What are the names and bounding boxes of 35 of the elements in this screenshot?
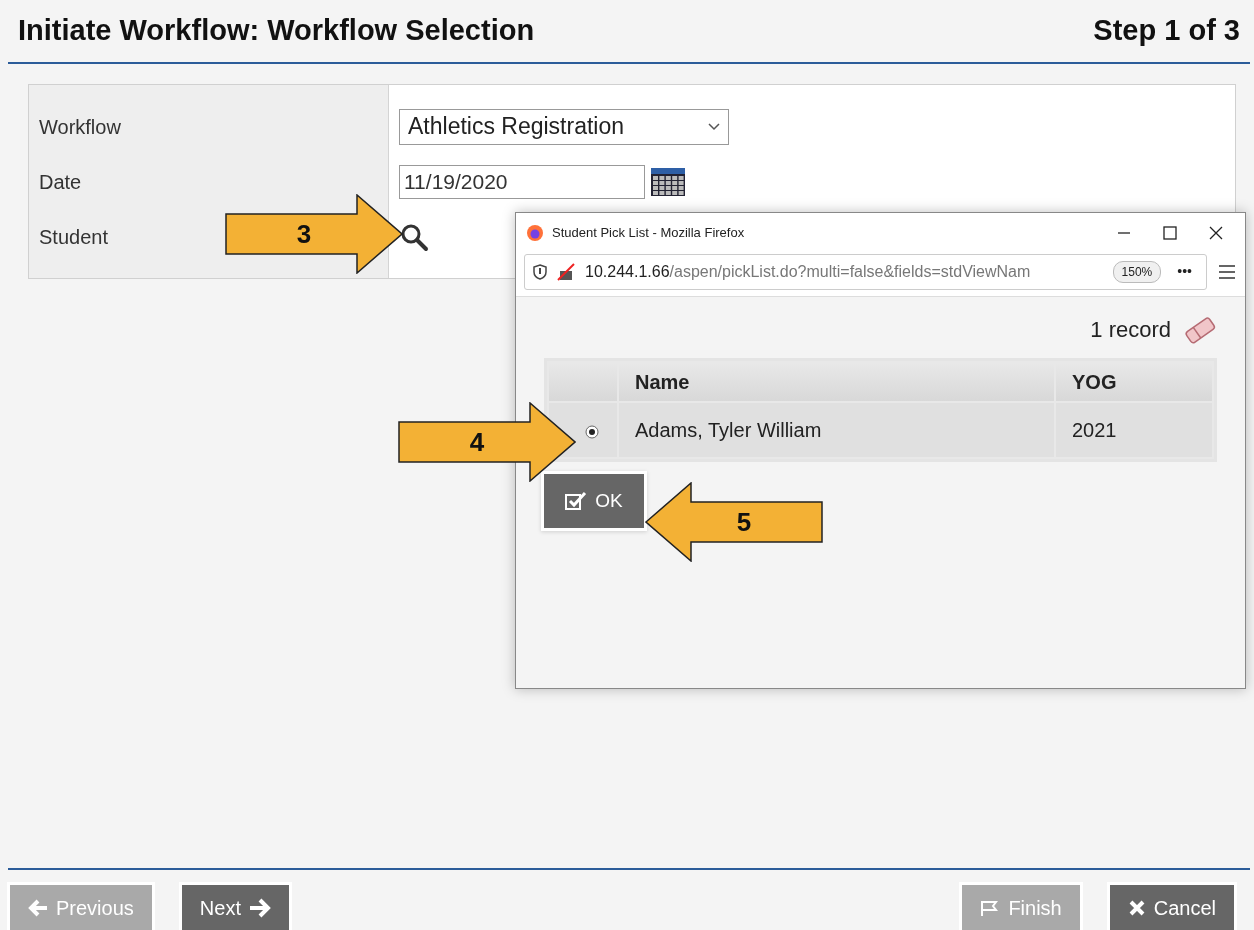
page-title: Initiate Workflow: Workflow Selection	[18, 13, 535, 49]
url-text: 10.244.1.66/aspen/pickList.do?multi=false&fields=stdViewNam	[585, 261, 1032, 282]
callout-number: 3	[296, 217, 312, 251]
table-cell: 2021	[1056, 403, 1212, 457]
field-label: Date	[39, 169, 82, 195]
menu-icon[interactable]	[1217, 262, 1237, 281]
calendar-icon[interactable]	[651, 167, 685, 196]
workflow-dropdown[interactable]: Athletics Registration	[399, 108, 729, 145]
step-indicator: Step 1 of 3	[1093, 13, 1240, 49]
browser-logo-icon	[526, 224, 544, 242]
zoom-level[interactable]: 150%	[1112, 260, 1162, 283]
arrow-right-icon	[248, 897, 271, 918]
table-cell: Adams, Tyler William	[619, 403, 1054, 457]
ok-button[interactable]: OK	[544, 474, 644, 528]
callout-number: 5	[736, 505, 752, 539]
next-button[interactable]: Next	[181, 885, 289, 930]
insecure-lock-icon	[557, 262, 575, 281]
address-bar[interactable]: 10.244.1.66/aspen/pickList.do?multi=false&fields=stdViewNam 150% •••	[524, 253, 1207, 290]
field-label: Student	[39, 224, 108, 250]
arrow-left-icon	[28, 898, 48, 917]
more-menu[interactable]: •••	[1177, 261, 1192, 282]
flag-icon	[980, 899, 1001, 916]
record-count: 1 record	[1090, 316, 1171, 344]
chevron-down-icon	[708, 122, 720, 131]
maximize-icon[interactable]	[1161, 224, 1179, 242]
radio-button[interactable]	[585, 424, 599, 439]
window-title: Student Pick List - Mozilla Firefox	[552, 224, 746, 243]
callout-number: 4	[469, 425, 485, 459]
date-field[interactable]: 11/19/2020	[399, 164, 645, 199]
close-icon[interactable]	[1207, 224, 1225, 242]
close-icon	[1127, 898, 1146, 917]
field-label: Workflow	[39, 114, 121, 140]
cancel-button[interactable]: Cancel	[1109, 885, 1234, 930]
shield-icon	[533, 263, 547, 280]
checkbox-icon	[565, 491, 588, 511]
